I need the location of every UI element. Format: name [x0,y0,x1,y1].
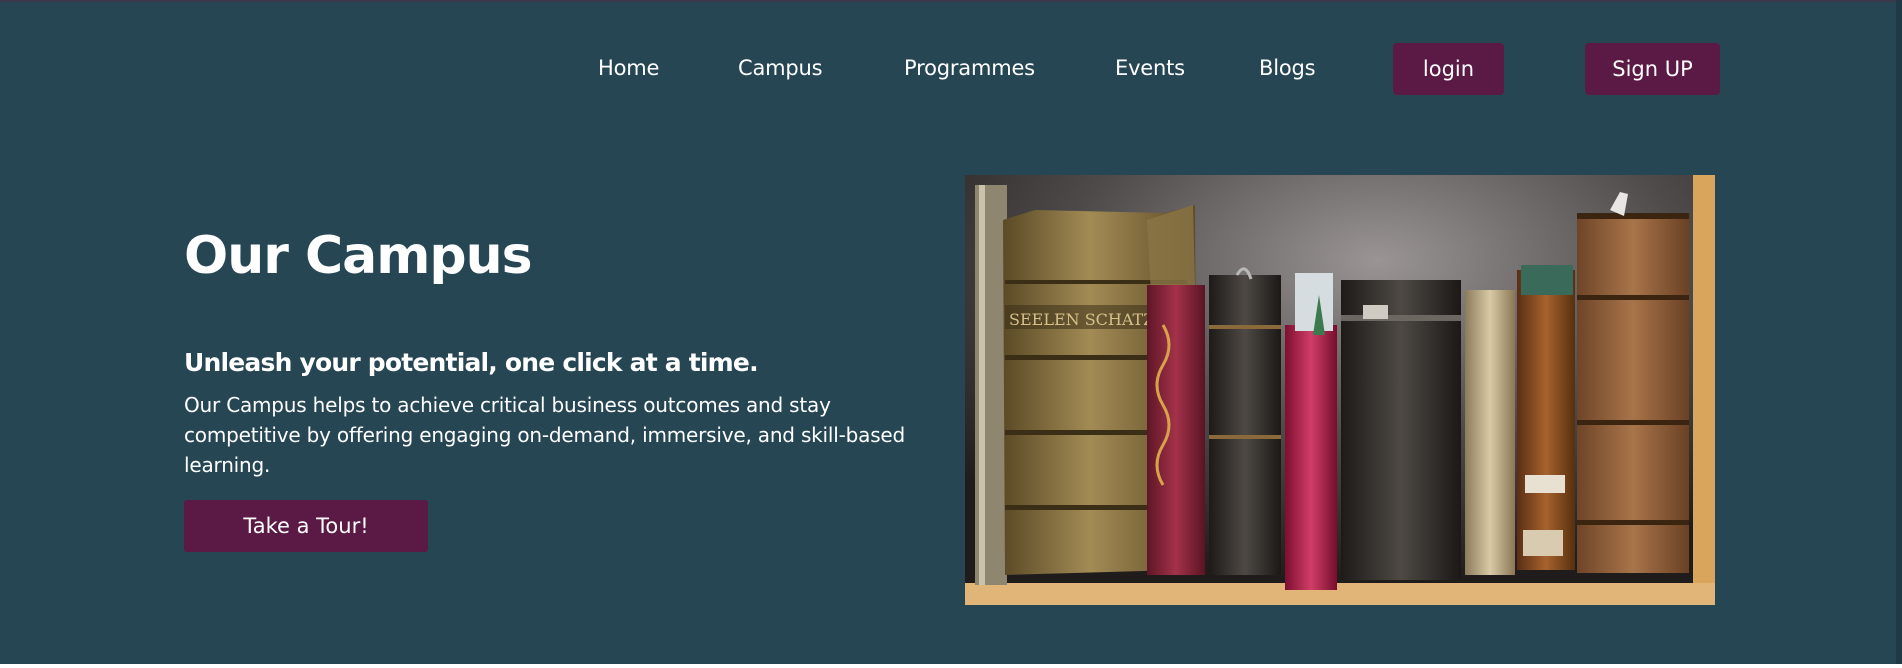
section-divider [0,664,1902,668]
take-tour-button[interactable]: Take a Tour! [184,500,428,552]
signup-button[interactable]: Sign UP [1585,43,1720,95]
nav-link-home[interactable]: Home [598,56,659,80]
page-title: Our Campus [184,226,533,286]
nav-link-events[interactable]: Events [1115,56,1185,80]
top-border [0,0,1902,2]
page-scrollbar[interactable] [1896,0,1902,664]
nav-link-blogs[interactable]: Blogs [1259,56,1316,80]
nav-link-campus[interactable]: Campus [738,56,823,80]
hero-description: Our Campus helps to achieve critical bus… [184,393,906,477]
nav-link-programmes[interactable]: Programmes [904,56,1035,80]
books-image: SEELEN SCHATZ [965,175,1715,605]
login-button[interactable]: login [1393,43,1504,95]
book-spine-text: SEELEN SCHATZ [1009,310,1154,329]
hero-tagline: Unleash your potential, one click at a t… [184,348,759,377]
